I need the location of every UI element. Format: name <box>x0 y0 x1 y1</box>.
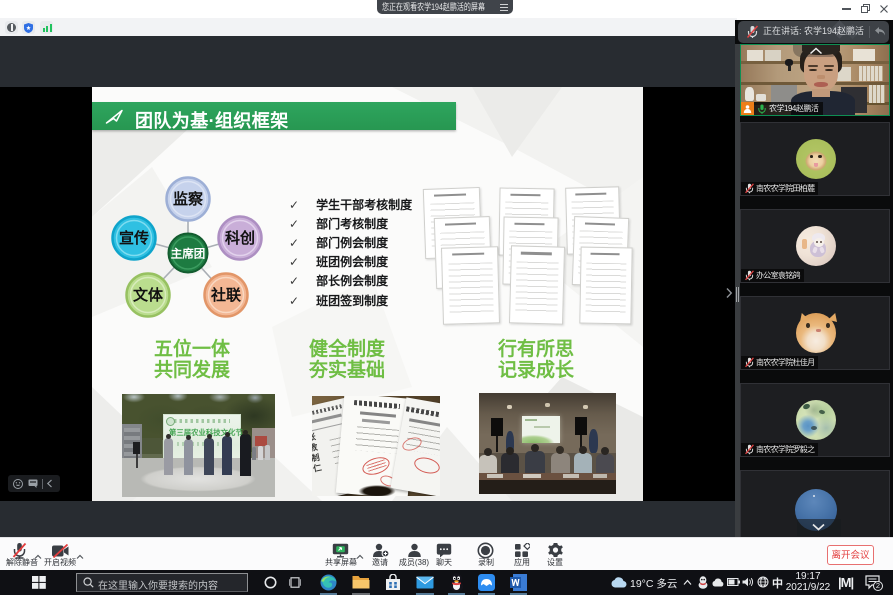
svg-text:监察: 监察 <box>173 190 204 208</box>
svg-text:文体: 文体 <box>133 286 164 304</box>
svg-text:社联: 社联 <box>210 286 242 304</box>
svg-text:主席团: 主席团 <box>171 247 206 261</box>
svg-text:科创: 科创 <box>225 229 255 247</box>
svg-text:宣传: 宣传 <box>119 229 149 247</box>
